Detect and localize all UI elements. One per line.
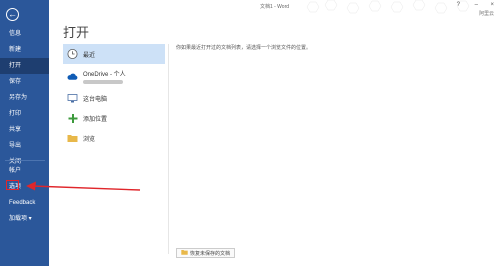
sidebar-item-save-as[interactable]: 另存为	[0, 90, 49, 106]
sidebar-item-new[interactable]: 新建	[0, 42, 49, 58]
clock-icon	[67, 49, 78, 60]
sidebar-item-feedback[interactable]: Feedback	[0, 195, 49, 211]
user-name[interactable]: 阿里云	[479, 10, 494, 17]
folder-icon	[181, 249, 188, 257]
location-label: 浏览	[83, 136, 96, 143]
annotation-highlight-box	[6, 180, 19, 190]
computer-icon	[67, 93, 78, 104]
help-icon[interactable]: ?	[457, 2, 460, 8]
backstage-sidebar: ← 信息 新建 打开 保存 另存为 打印 共享 导出 关闭 帐户 选项 Feed…	[0, 0, 49, 266]
recover-unsaved-label: 恢复未保存的文档	[190, 250, 231, 257]
close-icon[interactable]: ×	[490, 2, 494, 8]
recover-unsaved-button[interactable]: 恢复未保存的文档	[176, 248, 236, 258]
minimize-icon[interactable]: –	[475, 2, 478, 8]
sidebar-item-open[interactable]: 打开	[0, 58, 49, 74]
location-add-place[interactable]: 添加位置	[63, 108, 165, 128]
sidebar-nav: 信息 新建 打开 保存 另存为 打印 共享 导出 关闭	[0, 26, 49, 170]
back-arrow-icon[interactable]: ←	[6, 8, 19, 21]
title-bar: 文档1 - Word ? – × 阿里云	[49, 0, 500, 17]
sidebar-item-account[interactable]: 帐户	[0, 163, 49, 179]
location-label: 这台电脑	[83, 96, 108, 103]
folder-icon	[67, 133, 78, 144]
location-this-pc[interactable]: 这台电脑	[63, 88, 165, 108]
location-onedrive[interactable]: OneDrive - 个人	[63, 64, 165, 88]
sidebar-item-share[interactable]: 共享	[0, 122, 49, 138]
window-title: 文档1 - Word	[259, 4, 290, 10]
panel-divider	[168, 44, 169, 254]
plus-icon	[67, 113, 78, 124]
sidebar-item-print[interactable]: 打印	[0, 106, 49, 122]
sidebar-item-info[interactable]: 信息	[0, 26, 49, 42]
recent-info-text: 你如果最近打开过的文档列表，请选择一个浏览文件的位置。	[176, 45, 312, 51]
location-label: 添加位置	[83, 116, 108, 123]
sidebar-nav-lower: 帐户 选项 Feedback 加载项 ▾	[0, 163, 49, 227]
sidebar-item-export[interactable]: 导出	[0, 138, 49, 154]
sidebar-divider	[5, 160, 45, 161]
sidebar-item-save[interactable]: 保存	[0, 74, 49, 90]
cloud-icon	[67, 71, 78, 82]
sidebar-item-addins[interactable]: 加载项 ▾	[0, 211, 49, 227]
page-title: 打开	[63, 25, 90, 40]
location-browse[interactable]: 浏览	[63, 128, 165, 148]
location-recent[interactable]: 最近	[63, 44, 165, 64]
location-label: 最近	[83, 52, 96, 59]
account-email-redacted	[83, 79, 123, 84]
open-locations-list: 最近 OneDrive - 个人 这台电脑 添加位置 浏览	[63, 44, 165, 148]
location-label: OneDrive - 个人	[83, 71, 126, 78]
